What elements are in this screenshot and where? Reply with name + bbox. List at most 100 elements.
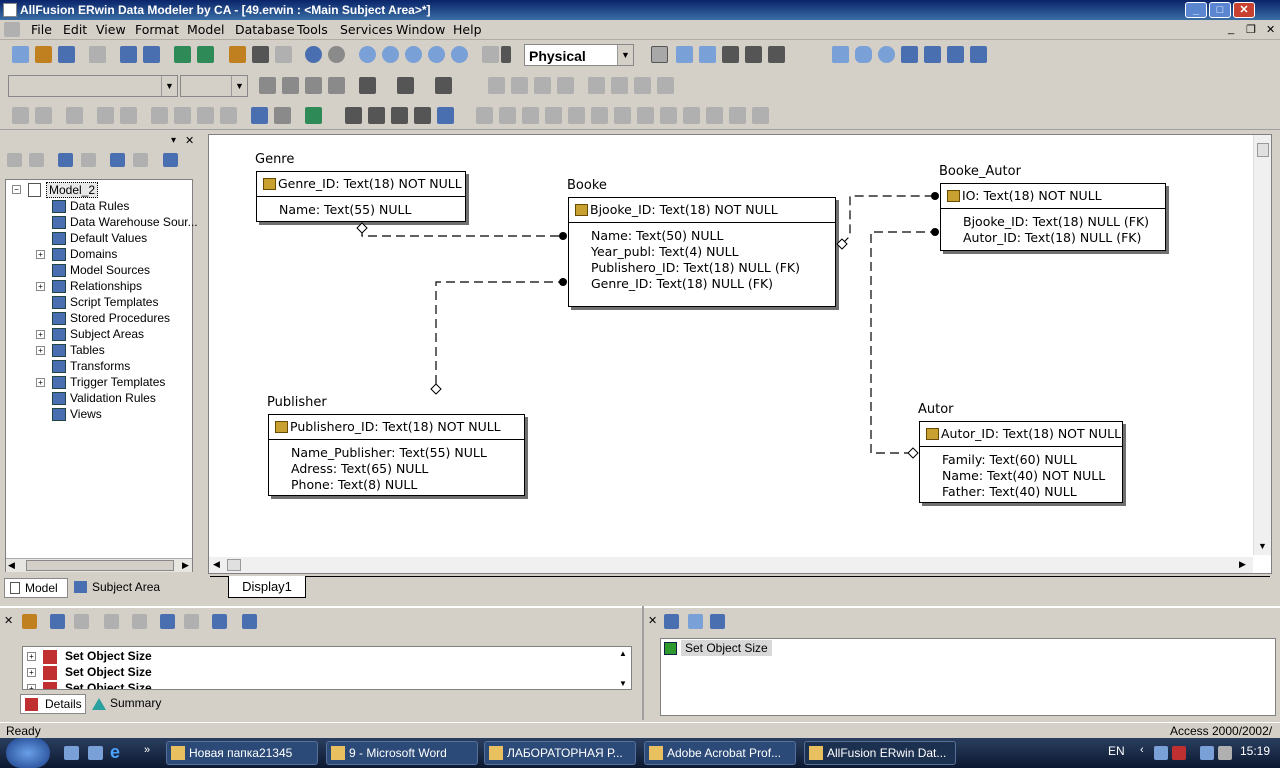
menu-file[interactable]: File [31, 22, 52, 37]
pane-pin-icon[interactable]: ▾ [171, 135, 176, 146]
layout-icon-10[interactable] [683, 107, 700, 124]
back-icon[interactable] [7, 153, 22, 167]
entity-booke[interactable]: Bjooke_ID: Text(18) NOT NULL Name: Text(… [568, 197, 836, 307]
tree-horizontal-scrollbar[interactable]: ◀ ▶ [6, 558, 192, 572]
tray-icon-1[interactable] [1154, 746, 1168, 760]
layout-icon-5[interactable] [568, 107, 585, 124]
identifying-rel-icon[interactable] [722, 46, 739, 63]
taskbar-button[interactable]: Новая папка21345 [166, 741, 318, 765]
layout-icon-13[interactable] [752, 107, 769, 124]
many-to-many-icon[interactable] [745, 46, 762, 63]
attribute[interactable]: Autor_ID: Text(18) NULL (FK) [963, 230, 1141, 245]
pane-close-icon[interactable]: ✕ [648, 614, 657, 627]
rectangle-icon[interactable] [832, 46, 849, 63]
bold-icon[interactable] [259, 77, 276, 94]
pk-attribute[interactable]: Autor_ID: Text(18) NOT NULL [926, 426, 1121, 441]
layout-icon-7[interactable] [614, 107, 631, 124]
tool-icon-5[interactable] [151, 107, 168, 124]
mdi-close-button[interactable]: ✕ [1266, 23, 1275, 36]
network-icon[interactable] [1200, 746, 1214, 760]
show-desktop-icon[interactable] [64, 746, 79, 760]
expander-icon[interactable]: + [27, 668, 36, 677]
rounded-rect-icon[interactable] [855, 46, 872, 63]
tab-details[interactable]: Details [20, 694, 86, 714]
ellipse-icon[interactable] [878, 46, 895, 63]
log-find-icon[interactable] [50, 614, 65, 629]
scroll-right-icon[interactable]: ▶ [182, 560, 189, 571]
attribute[interactable]: Father: Text(40) NULL [942, 484, 1077, 499]
log-icon-3[interactable] [74, 614, 89, 629]
attribute[interactable]: Genre_ID: Text(18) NULL (FK) [591, 276, 773, 291]
log-undo-icon[interactable] [160, 614, 175, 629]
expander-icon[interactable]: + [36, 330, 45, 339]
align-right-icon[interactable] [534, 77, 551, 94]
same-size-icon[interactable] [657, 77, 674, 94]
menu-view[interactable]: View [96, 22, 126, 37]
text-color-icon[interactable] [435, 77, 452, 94]
display-level-icon[interactable] [482, 46, 499, 63]
attribute[interactable]: Publishero_ID: Text(18) NULL (FK) [591, 260, 800, 275]
tab-display1[interactable]: Display1 [228, 576, 306, 598]
canvas-vertical-scrollbar[interactable]: ▼ [1253, 135, 1271, 555]
taskbar-button[interactable]: Adobe Acrobat Prof... [644, 741, 796, 765]
tree-item[interactable]: Trigger Templates [70, 375, 165, 389]
forward-icon[interactable] [29, 153, 44, 167]
detail-row[interactable]: Set Object Size [65, 649, 152, 663]
pane-close-icon[interactable]: ✕ [4, 614, 13, 627]
zoom-select-icon[interactable] [451, 46, 468, 63]
delete-icon[interactable] [81, 153, 96, 167]
zoom-fit-icon[interactable] [428, 46, 445, 63]
save-log-icon[interactable] [664, 614, 679, 629]
entity-icon[interactable] [676, 46, 693, 63]
pane-close-icon[interactable]: ✕ [185, 134, 194, 147]
pk-attribute[interactable]: Bjooke_ID: Text(18) NOT NULL [575, 202, 778, 217]
minimize-button[interactable]: _ [1185, 2, 1207, 18]
new-icon[interactable] [12, 46, 29, 63]
lock-icon[interactable] [66, 107, 83, 124]
scroll-down-icon[interactable]: ▼ [619, 679, 627, 688]
tool-icon-7[interactable] [220, 107, 237, 124]
expander-icon[interactable]: + [36, 378, 45, 387]
tree-item[interactable]: Tables [70, 343, 105, 357]
menu-help[interactable]: Help [453, 22, 482, 37]
attribute[interactable]: Bjooke_ID: Text(18) NULL (FK) [963, 214, 1149, 229]
log-icon-5[interactable] [132, 614, 147, 629]
pk-attribute[interactable]: IO: Text(18) NOT NULL [947, 188, 1102, 203]
font-size-select[interactable]: ▼ [180, 75, 248, 97]
font-name-select[interactable]: ▼ [8, 75, 178, 97]
tool-icon-8[interactable] [251, 107, 268, 124]
layout-icon-12[interactable] [729, 107, 746, 124]
tree-find-icon[interactable] [110, 153, 125, 167]
tree-replace-icon[interactable] [133, 153, 148, 167]
mdi-minimize-button[interactable]: _ [1228, 23, 1234, 35]
log-icon-8[interactable] [212, 614, 227, 629]
attribute[interactable]: Name: Text(50) NULL [591, 228, 723, 243]
vscroll-thumb[interactable] [1257, 143, 1269, 157]
save-icon[interactable] [58, 46, 75, 63]
stop-icon[interactable] [328, 46, 345, 63]
tool-icon-2[interactable] [35, 107, 52, 124]
forward-engineer-icon[interactable] [174, 46, 191, 63]
align-center-icon[interactable] [511, 77, 528, 94]
align-left-icon[interactable] [488, 77, 505, 94]
quicklaunch-icon[interactable] [88, 746, 103, 760]
tray-expand-icon[interactable]: ‹ [1140, 744, 1144, 756]
fill-color-icon[interactable] [359, 77, 376, 94]
taskbar-button[interactable]: AllFusion ERwin Dat... [804, 741, 956, 765]
tree-item[interactable]: Views [70, 407, 102, 421]
italic-icon[interactable] [282, 77, 299, 94]
tool-icon-14[interactable] [414, 107, 431, 124]
chevron-down-icon[interactable]: ▼ [231, 76, 247, 96]
log-redo-icon[interactable] [184, 614, 199, 629]
expander-icon[interactable]: − [12, 185, 21, 194]
complete-compare-icon[interactable] [229, 46, 246, 63]
taskbar-button[interactable]: 9 - Microsoft Word [326, 741, 478, 765]
attribute[interactable]: Name: Text(55) NULL [279, 202, 411, 217]
menu-services[interactable]: Services [340, 22, 393, 37]
layout-icon-1[interactable] [476, 107, 493, 124]
entity-title-genre[interactable]: Genre [255, 152, 294, 167]
tree-item[interactable]: Script Templates [70, 295, 158, 309]
menu-tools[interactable]: Tools [297, 22, 328, 37]
menu-edit[interactable]: Edit [63, 22, 87, 37]
space-evenly-icon[interactable] [634, 77, 651, 94]
